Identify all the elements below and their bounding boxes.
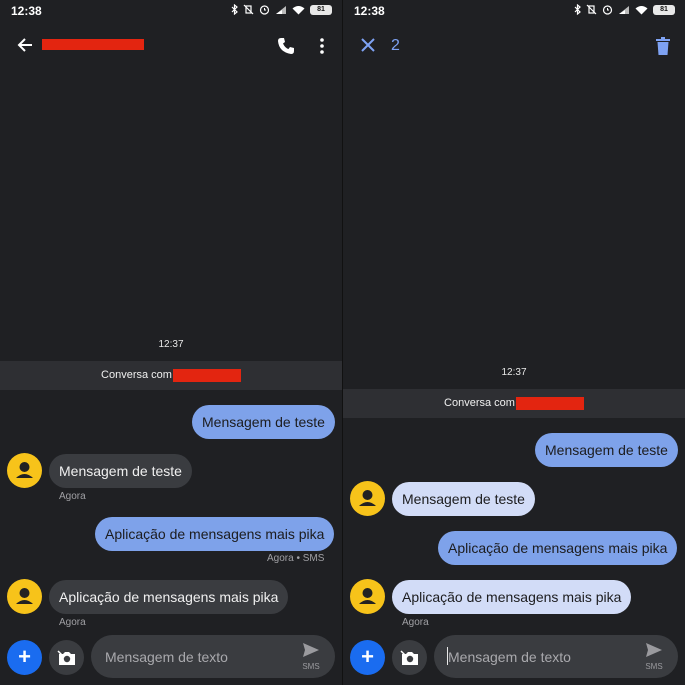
conversation-screen: 12:38 81 12:37 Conversa com Mensagem de …: [0, 0, 342, 685]
avatar[interactable]: [350, 579, 385, 614]
status-bar: 12:38 81: [0, 0, 342, 22]
conversation-timestamp: 12:37: [158, 339, 184, 350]
app-bar: [0, 22, 342, 68]
status-time: 12:38: [11, 4, 42, 18]
message-bubble-outgoing[interactable]: Aplicação de mensagens mais pika: [95, 517, 335, 551]
person-icon: [16, 462, 33, 478]
compose-field[interactable]: SMS: [91, 635, 335, 678]
status-icons: 81: [574, 4, 675, 15]
redacted-contact-name: [42, 39, 144, 50]
person-icon: [359, 490, 376, 506]
banner-text: Conversa com: [444, 397, 515, 409]
add-attachment-button[interactable]: +: [7, 640, 42, 675]
back-button[interactable]: [14, 34, 36, 56]
more-options-button[interactable]: [312, 34, 332, 58]
message-meta: Agora • SMS: [267, 553, 325, 564]
battery-icon: 81: [653, 4, 675, 15]
vibrate-off-icon: [586, 4, 597, 15]
person-icon: [16, 588, 33, 604]
avatar[interactable]: [350, 481, 385, 516]
phone-icon: [278, 38, 294, 54]
conversation-banner: Conversa com: [343, 389, 685, 418]
send-type-label: SMS: [302, 662, 320, 671]
conversation-timestamp: 12:37: [501, 367, 527, 378]
call-button[interactable]: [274, 34, 298, 58]
trash-icon: [656, 37, 670, 55]
alarm-icon: [602, 5, 613, 15]
wifi-icon: [635, 5, 648, 14]
message-meta: Agora: [59, 491, 86, 502]
selection-screen: 12:38 81 2 12:37 Conversa com Mensagem d…: [343, 0, 685, 685]
message-bubble-outgoing[interactable]: Mensagem de teste: [192, 405, 335, 439]
message-bubble-incoming[interactable]: Aplicação de mensagens mais pika: [49, 580, 289, 614]
compose-field[interactable]: SMS: [434, 635, 678, 678]
cancel-selection-button[interactable]: [357, 34, 379, 56]
bluetooth-icon: [574, 4, 581, 15]
redacted-banner-name: [172, 368, 241, 382]
message-input[interactable]: [446, 646, 630, 668]
message-bubble-incoming-selected[interactable]: Aplicação de mensagens mais pika: [392, 580, 632, 614]
vibrate-off-icon: [243, 4, 254, 15]
conversation-banner: Conversa com: [0, 361, 342, 390]
message-bubble-outgoing[interactable]: Aplicação de mensagens mais pika: [438, 531, 678, 565]
more-vert-icon: [320, 38, 324, 54]
battery-icon: 81: [310, 4, 332, 15]
message-bubble-incoming-selected[interactable]: Mensagem de teste: [392, 482, 535, 516]
send-icon: [646, 643, 662, 657]
alarm-icon: [259, 5, 270, 15]
message-bubble-outgoing[interactable]: Mensagem de teste: [535, 433, 678, 467]
send-button[interactable]: SMS: [301, 642, 321, 671]
camera-icon: [399, 649, 418, 665]
selection-app-bar: 2: [343, 22, 685, 68]
status-icons: 81: [231, 4, 332, 15]
camera-button[interactable]: [49, 640, 84, 675]
person-icon: [359, 588, 376, 604]
add-attachment-button[interactable]: +: [350, 640, 385, 675]
back-arrow-icon: [17, 38, 32, 52]
send-button[interactable]: SMS: [644, 642, 664, 671]
bluetooth-icon: [231, 4, 238, 15]
banner-text: Conversa com: [101, 369, 172, 381]
avatar[interactable]: [7, 579, 42, 614]
message-meta: Agora: [402, 617, 429, 628]
close-icon: [361, 38, 375, 52]
delete-button[interactable]: [651, 34, 675, 58]
status-time: 12:38: [354, 4, 385, 18]
message-bubble-incoming[interactable]: Mensagem de teste: [49, 454, 192, 488]
message-input[interactable]: [103, 646, 287, 668]
selection-count: 2: [391, 37, 400, 54]
camera-icon: [56, 649, 75, 665]
camera-button[interactable]: [392, 640, 427, 675]
send-icon: [303, 643, 319, 657]
signal-icon: [619, 5, 629, 14]
message-meta: Agora: [59, 617, 86, 628]
status-bar: 12:38 81: [343, 0, 685, 22]
send-type-label: SMS: [645, 662, 663, 671]
redacted-banner-name: [515, 396, 584, 410]
wifi-icon: [292, 5, 305, 14]
avatar[interactable]: [7, 453, 42, 488]
signal-icon: [276, 5, 286, 14]
screens: 12:38 81 12:37 Conversa com Mensagem de …: [0, 0, 685, 685]
